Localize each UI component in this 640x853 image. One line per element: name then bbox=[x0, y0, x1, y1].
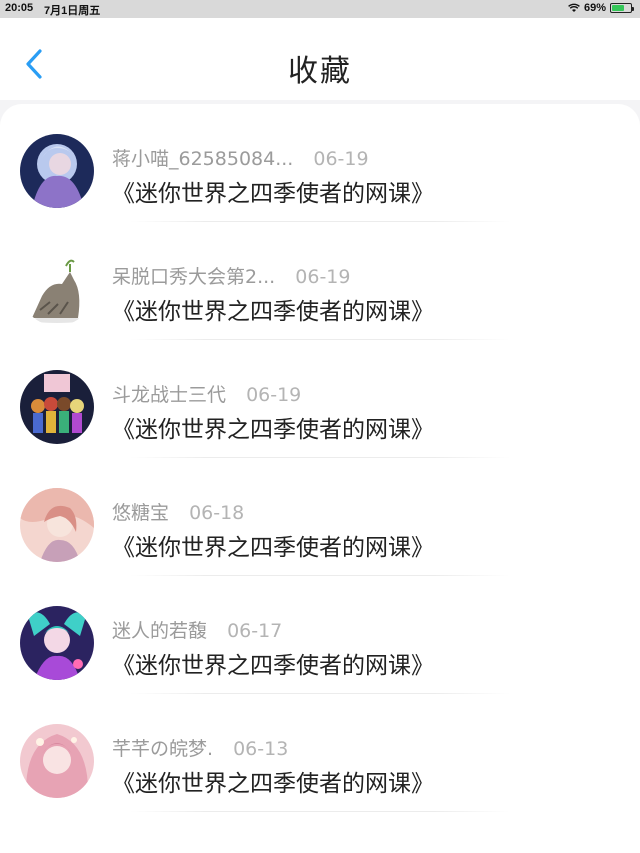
item-author[interactable]: 迷人的若馥 bbox=[112, 616, 207, 643]
header: 收藏 bbox=[0, 18, 640, 100]
item-date: 06-17 bbox=[227, 620, 283, 642]
favorite-item[interactable]: 蒋小喵_62585084... 06-19 《迷你世界之四季使者的网课》 bbox=[0, 104, 640, 222]
battery-icon bbox=[610, 3, 634, 13]
item-title[interactable]: 《迷你世界之四季使者的网课》 bbox=[112, 528, 434, 562]
status-right: 69% bbox=[568, 2, 634, 14]
item-author[interactable]: 蒋小喵_62585084... bbox=[112, 144, 293, 171]
item-meta: 呆脱口秀大会第2... 06-19 bbox=[112, 262, 350, 289]
item-author[interactable]: 芊芊の皖梦. bbox=[112, 734, 213, 761]
item-author[interactable]: 斗龙战士三代 bbox=[112, 380, 226, 407]
favorite-item[interactable]: 迷人的若馥 06-17 《迷你世界之四季使者的网课》 bbox=[0, 576, 640, 694]
item-meta: 斗龙战士三代 06-19 bbox=[112, 380, 301, 407]
avatar-image bbox=[20, 370, 94, 444]
avatar[interactable] bbox=[20, 488, 94, 562]
item-author[interactable]: 呆脱口秀大会第2... bbox=[112, 262, 275, 289]
item-meta: 蒋小喵_62585084... 06-19 bbox=[112, 144, 369, 171]
avatar[interactable] bbox=[20, 370, 94, 444]
avatar-image bbox=[20, 252, 94, 326]
status-date: 7月1日周五 bbox=[44, 5, 101, 17]
avatar-image bbox=[20, 134, 94, 208]
item-date: 06-19 bbox=[246, 384, 302, 406]
avatar[interactable] bbox=[20, 724, 94, 798]
battery-percent: 69% bbox=[583, 2, 606, 14]
divider bbox=[130, 811, 510, 812]
item-date: 06-19 bbox=[295, 266, 351, 288]
page-title: 收藏 bbox=[288, 54, 352, 89]
favorites-list: 蒋小喵_62585084... 06-19 《迷你世界之四季使者的网课》 呆脱口… bbox=[0, 104, 640, 853]
item-title[interactable]: 《迷你世界之四季使者的网课》 bbox=[112, 174, 434, 208]
avatar[interactable] bbox=[20, 252, 94, 326]
avatar-image bbox=[20, 488, 94, 562]
item-title[interactable]: 《迷你世界之四季使者的网课》 bbox=[112, 410, 434, 444]
item-meta: 迷人的若馥 06-17 bbox=[112, 616, 282, 643]
avatar-image bbox=[20, 606, 94, 680]
status-bar: 20:05 7月1日周五 69% bbox=[0, 0, 640, 18]
item-date: 06-19 bbox=[313, 148, 369, 170]
status-time: 20:05 bbox=[5, 2, 34, 14]
favorite-item[interactable]: 呆脱口秀大会第2... 06-19 《迷你世界之四季使者的网课》 bbox=[0, 222, 640, 340]
item-author[interactable]: 悠糖宝 bbox=[112, 498, 169, 525]
item-date: 06-18 bbox=[189, 502, 245, 524]
item-title[interactable]: 《迷你世界之四季使者的网课》 bbox=[112, 646, 434, 680]
avatar-image bbox=[20, 724, 94, 798]
item-title[interactable]: 《迷你世界之四季使者的网课》 bbox=[112, 292, 434, 326]
avatar[interactable] bbox=[20, 606, 94, 680]
item-title[interactable]: 《迷你世界之四季使者的网课》 bbox=[112, 764, 434, 798]
favorite-item[interactable]: 芊芊の皖梦. 06-13 《迷你世界之四季使者的网课》 bbox=[0, 694, 640, 812]
favorite-item[interactable]: 悠糖宝 06-18 《迷你世界之四季使者的网课》 bbox=[0, 458, 640, 576]
avatar[interactable] bbox=[20, 134, 94, 208]
battery-fill bbox=[612, 5, 625, 11]
item-date: 06-13 bbox=[233, 738, 289, 760]
item-meta: 悠糖宝 06-18 bbox=[112, 498, 244, 525]
wifi-icon bbox=[568, 3, 580, 12]
item-meta: 芊芊の皖梦. 06-13 bbox=[112, 734, 288, 761]
favorite-item[interactable]: 斗龙战士三代 06-19 《迷你世界之四季使者的网课》 bbox=[0, 340, 640, 458]
